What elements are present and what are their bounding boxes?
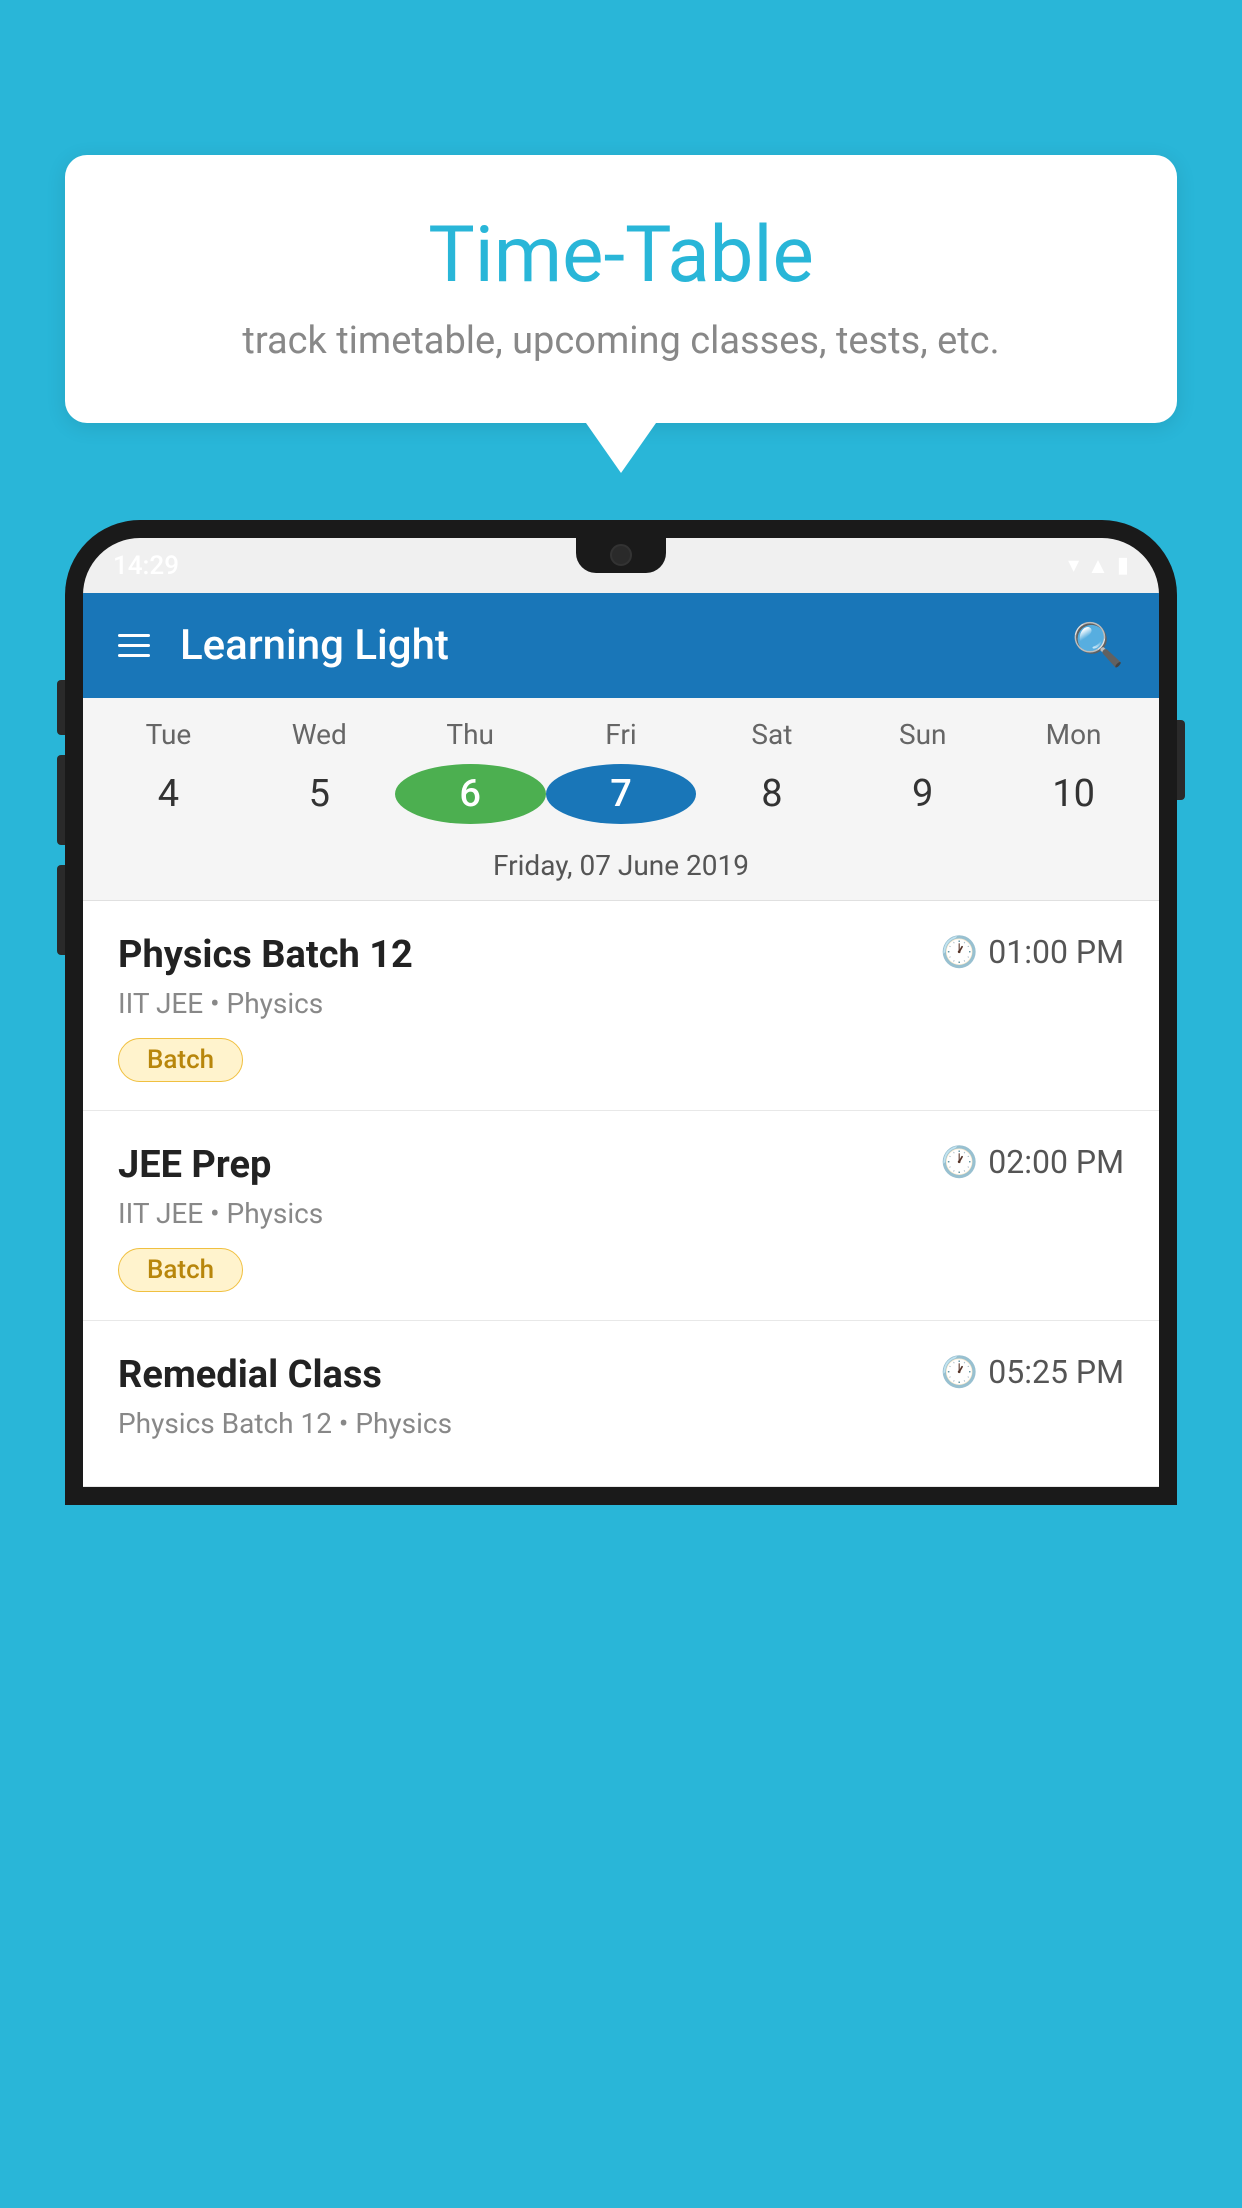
day-5[interactable]: 5 xyxy=(244,764,395,824)
phone-screen: Learning Light 🔍 Tue Wed Thu Fri Sat Sun… xyxy=(83,538,1159,1487)
calendar-strip: Tue Wed Thu Fri Sat Sun Mon 4 5 6 7 xyxy=(83,698,1159,901)
schedule-item-1-time: 🕐 01:00 PM xyxy=(941,933,1124,971)
day-header-thu: Thu xyxy=(395,718,546,751)
app-title: Learning Light xyxy=(180,621,449,670)
batch-badge-1: Batch xyxy=(118,1038,243,1082)
battery-icon: ▮ xyxy=(1117,553,1129,578)
day-header-sun: Sun xyxy=(847,718,998,751)
schedule-item-1[interactable]: Physics Batch 12 🕐 01:00 PM IIT JEE • Ph… xyxy=(83,901,1159,1111)
schedule-list: Physics Batch 12 🕐 01:00 PM IIT JEE • Ph… xyxy=(83,901,1159,1487)
wifi-icon: ▾ xyxy=(1068,553,1079,578)
schedule-item-2-time: 🕐 02:00 PM xyxy=(941,1143,1124,1181)
schedule-item-3-time-text: 05:25 PM xyxy=(988,1353,1124,1391)
day-header-wed: Wed xyxy=(244,718,395,751)
day-6[interactable]: 6 xyxy=(395,764,546,824)
schedule-item-1-top: Physics Batch 12 🕐 01:00 PM xyxy=(118,933,1124,977)
status-icons: ▾ ▲ ▮ xyxy=(1068,553,1129,579)
clock-icon-2: 🕐 xyxy=(941,1145,978,1180)
schedule-item-1-time-text: 01:00 PM xyxy=(988,933,1124,971)
day-header-tue: Tue xyxy=(93,718,244,751)
day-header-fri: Fri xyxy=(546,718,697,751)
volume-down-button xyxy=(57,755,65,845)
bubble-tail xyxy=(586,423,656,473)
power-button xyxy=(1177,720,1185,800)
batch-badge-2: Batch xyxy=(118,1248,243,1292)
clock-icon-1: 🕐 xyxy=(941,935,978,970)
today-indicator[interactable]: 6 xyxy=(395,764,546,824)
schedule-item-1-subtitle: IIT JEE • Physics xyxy=(118,987,1124,1020)
bubble-subtitle: track timetable, upcoming classes, tests… xyxy=(125,319,1117,363)
day-header-sat: Sat xyxy=(696,718,847,751)
selected-day-indicator[interactable]: 7 xyxy=(546,764,697,824)
day-7[interactable]: 7 xyxy=(546,764,697,824)
hamburger-line-1 xyxy=(118,634,150,637)
speech-bubble: Time-Table track timetable, upcoming cla… xyxy=(65,155,1177,423)
schedule-item-3-time: 🕐 05:25 PM xyxy=(941,1353,1124,1391)
schedule-item-2-top: JEE Prep 🕐 02:00 PM xyxy=(118,1143,1124,1187)
silent-button xyxy=(57,865,65,955)
day-9[interactable]: 9 xyxy=(847,764,998,824)
selected-date: Friday, 07 June 2019 xyxy=(83,839,1159,900)
bubble-title: Time-Table xyxy=(125,210,1117,301)
schedule-item-2-time-text: 02:00 PM xyxy=(988,1143,1124,1181)
schedule-item-2[interactable]: JEE Prep 🕐 02:00 PM IIT JEE • Physics Ba… xyxy=(83,1111,1159,1321)
app-header: Learning Light 🔍 xyxy=(83,593,1159,698)
day-numbers: 4 5 6 7 8 9 10 xyxy=(83,759,1159,839)
schedule-item-1-name: Physics Batch 12 xyxy=(118,933,413,977)
schedule-item-2-subtitle: IIT JEE • Physics xyxy=(118,1197,1124,1230)
volume-up-button xyxy=(57,680,65,735)
day-8[interactable]: 8 xyxy=(696,764,847,824)
day-4[interactable]: 4 xyxy=(93,764,244,824)
phone-notch xyxy=(576,538,666,573)
search-icon[interactable]: 🔍 xyxy=(1072,621,1124,670)
clock-icon-3: 🕐 xyxy=(941,1355,978,1390)
phone-outer: 14:29 ▾ ▲ ▮ Learning Light 🔍 xyxy=(65,520,1177,1505)
menu-button[interactable] xyxy=(118,634,150,657)
day-headers: Tue Wed Thu Fri Sat Sun Mon xyxy=(83,698,1159,759)
hamburger-line-3 xyxy=(118,654,150,657)
status-time: 14:29 xyxy=(113,551,179,581)
hamburger-line-2 xyxy=(118,644,150,647)
signal-icon: ▲ xyxy=(1087,553,1109,579)
front-camera xyxy=(610,544,632,566)
phone-frame: 14:29 ▾ ▲ ▮ Learning Light 🔍 xyxy=(65,520,1177,2208)
day-10[interactable]: 10 xyxy=(998,764,1149,824)
schedule-item-2-name: JEE Prep xyxy=(118,1143,271,1187)
day-header-mon: Mon xyxy=(998,718,1149,751)
schedule-item-3[interactable]: Remedial Class 🕐 05:25 PM Physics Batch … xyxy=(83,1321,1159,1487)
schedule-item-3-name: Remedial Class xyxy=(118,1353,382,1397)
speech-bubble-container: Time-Table track timetable, upcoming cla… xyxy=(65,155,1177,473)
header-left: Learning Light xyxy=(118,621,449,670)
schedule-item-3-subtitle: Physics Batch 12 • Physics xyxy=(118,1407,1124,1440)
schedule-item-3-top: Remedial Class 🕐 05:25 PM xyxy=(118,1353,1124,1397)
